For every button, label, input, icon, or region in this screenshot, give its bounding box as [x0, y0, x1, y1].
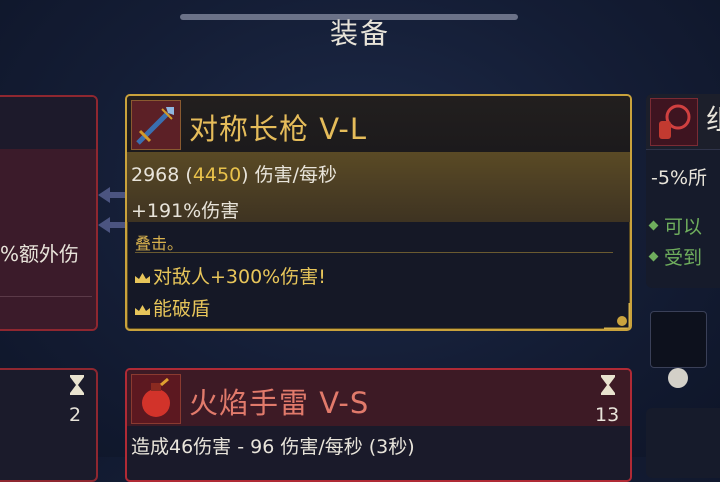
cooldown-count: 13	[595, 404, 620, 426]
grenade-description: 造成46伤害 - 96 伤害/每秒 (3秒)	[131, 436, 415, 458]
grenade-card[interactable]: 火焰手雷 V-S 造成46伤害 - 96 伤害/每秒 (3秒) 13	[125, 368, 632, 482]
corner-ornament	[604, 303, 630, 329]
bomb-necklace-icon	[650, 98, 698, 146]
effect-line: 能破盾	[135, 294, 210, 321]
right-item-stat: -5%所	[651, 167, 707, 189]
grenade-name: 火焰手雷 V-S	[189, 386, 370, 420]
crown-icon	[135, 272, 150, 283]
divider	[0, 296, 92, 297]
crown-icon	[135, 304, 150, 315]
page-title: 装备	[329, 17, 390, 50]
empty-mutation-slot[interactable]	[650, 311, 707, 368]
cooldown-count: 2	[69, 404, 82, 426]
dps-highlight: 4450	[192, 164, 242, 186]
bullet-icon	[648, 251, 659, 262]
right-skill-card[interactable]	[646, 408, 720, 478]
hourglass-icon	[601, 375, 615, 395]
weapon-card[interactable]: 对称长枪 V-L 2968 (4450) 伤害/每秒 +191%伤害 叠击。 对…	[125, 94, 632, 331]
right-equipment-card[interactable]: 组 -5%所 可以 受到	[646, 94, 720, 288]
weapon-name: 对称长枪 V-L	[189, 112, 367, 146]
damage-bonus: +191%伤害	[131, 200, 240, 222]
weapon-dps: 2968 (4450) 伤害/每秒	[131, 164, 338, 186]
slot-badge-icon	[668, 368, 688, 388]
left-skill-card[interactable]: 2	[0, 368, 98, 482]
bullet-icon	[648, 220, 659, 231]
right-item-effect: 可以	[664, 216, 703, 238]
left-card-bonus-text: %额外伤	[0, 242, 80, 266]
right-item-name: 组	[706, 98, 720, 138]
spear-icon	[131, 100, 181, 150]
right-item-effect: 受到	[664, 247, 703, 269]
swap-arrows-icon[interactable]	[96, 185, 128, 241]
effect-line: 对敌人+300%伤害!	[135, 262, 326, 289]
stacking-text: 叠击。	[135, 234, 184, 253]
divider	[135, 252, 613, 253]
hourglass-icon	[70, 375, 84, 395]
grenade-icon	[131, 374, 181, 424]
